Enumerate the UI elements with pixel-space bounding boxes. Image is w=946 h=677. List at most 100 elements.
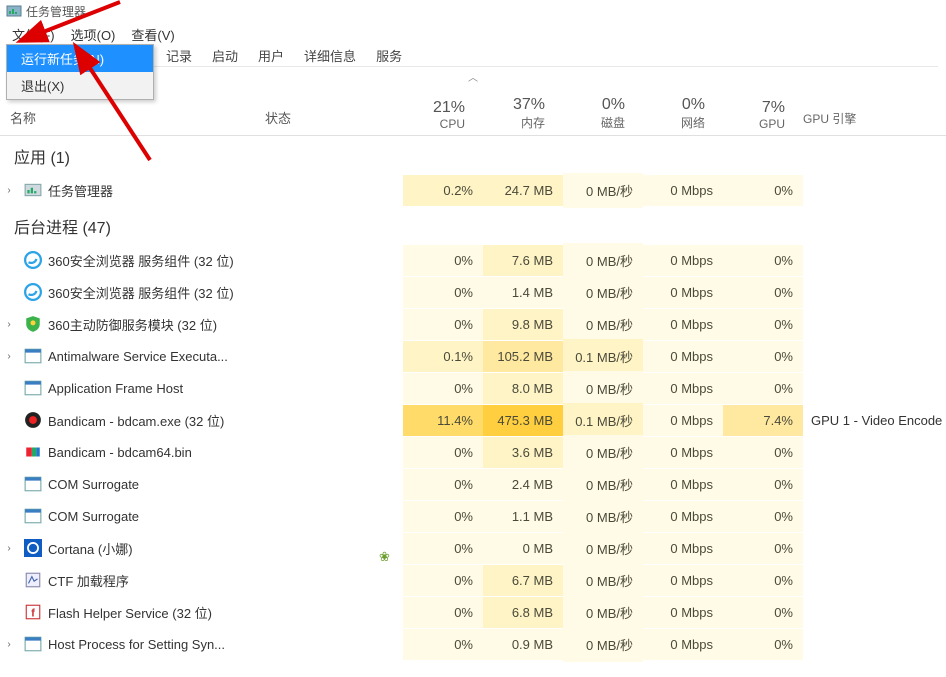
cell-cpu: 11.4%: [403, 405, 483, 436]
cell-disk: 0.1 MB/秒: [563, 403, 643, 438]
cell-mem: 1.1 MB: [483, 501, 563, 532]
cell-net: 0 Mbps: [643, 245, 723, 276]
table-row[interactable]: Bandicam - bdcam64.bin0%3.6 MB0 MB/秒0 Mb…: [0, 436, 946, 468]
header-status[interactable]: 状态: [265, 108, 395, 135]
cell-disk: 0 MB/秒: [563, 563, 643, 598]
cell-mem: 7.6 MB: [483, 245, 563, 276]
table-row[interactable]: CTF 加载程序0%6.7 MB0 MB/秒0 Mbps0%: [0, 564, 946, 596]
tab-history[interactable]: 记录: [156, 44, 202, 67]
cell-cpu: 0%: [403, 277, 483, 308]
cell-net: 0 Mbps: [643, 469, 723, 500]
cell-mem: 0 MB: [483, 533, 563, 564]
header-disk[interactable]: 0% 磁盘: [555, 96, 635, 135]
cell-cpu: 0%: [403, 565, 483, 596]
cell-cpu: 0.1%: [403, 341, 483, 372]
expand-chevron-icon[interactable]: ›: [0, 639, 14, 650]
tab-startup[interactable]: 启动: [202, 44, 248, 67]
winapp-icon: [24, 475, 42, 493]
table-row[interactable]: ›Host Process for Setting Syn...0%0.9 MB…: [0, 628, 946, 660]
expand-chevron-icon[interactable]: ›: [0, 543, 14, 554]
titlebar: 任务管理器: [0, 0, 946, 22]
expand-chevron-icon[interactable]: ›: [0, 351, 14, 362]
winapp-icon: [24, 635, 42, 653]
cell-cpu: 0%: [403, 309, 483, 340]
cell-gpu: 0%: [723, 597, 803, 628]
cell-mem: 6.8 MB: [483, 597, 563, 628]
process-name: Cortana (小娜): [48, 539, 273, 558]
cell-gpu: 7.4%: [723, 405, 803, 436]
cortana-icon: [24, 539, 42, 557]
menu-file[interactable]: 文件(F): [4, 24, 63, 42]
process-name: 360安全浏览器 服务组件 (32 位): [48, 283, 273, 302]
cell-disk: 0 MB/秒: [563, 307, 643, 342]
tab-details[interactable]: 详细信息: [294, 44, 366, 67]
cell-net: 0 Mbps: [643, 175, 723, 206]
cell-net: 0 Mbps: [643, 309, 723, 340]
leaf-icon: ❀: [379, 549, 390, 565]
menu-options[interactable]: 选项(O): [63, 24, 124, 42]
cell-gpu: 0%: [723, 533, 803, 564]
cell-cpu: 0%: [403, 245, 483, 276]
expand-chevron-icon[interactable]: ›: [0, 185, 14, 196]
header-cpu[interactable]: 21% CPU: [395, 99, 475, 135]
cell-gpu-engine: GPU 1 - Video Encode: [803, 413, 946, 428]
process-name: Flash Helper Service (32 位): [48, 603, 273, 622]
table-row[interactable]: 360安全浏览器 服务组件 (32 位)0%7.6 MB0 MB/秒0 Mbps…: [0, 244, 946, 276]
cell-mem: 6.7 MB: [483, 565, 563, 596]
table-row[interactable]: Bandicam - bdcam.exe (32 位)11.4%475.3 MB…: [0, 404, 946, 436]
cell-disk: 0 MB/秒: [563, 275, 643, 310]
group-apps: 应用 (1): [0, 136, 946, 174]
cell-gpu: 0%: [723, 309, 803, 340]
ctf-icon: [24, 571, 42, 589]
table-row[interactable]: ›Antimalware Service Executa...0.1%105.2…: [0, 340, 946, 372]
cell-cpu: 0%: [403, 533, 483, 564]
table-row[interactable]: fFlash Helper Service (32 位)0%6.8 MB0 MB…: [0, 596, 946, 628]
process-name: Antimalware Service Executa...: [48, 349, 273, 364]
cell-disk: 0 MB/秒: [563, 627, 643, 662]
cell-gpu: 0%: [723, 373, 803, 404]
cell-cpu: 0%: [403, 597, 483, 628]
table-row[interactable]: Application Frame Host0%8.0 MB0 MB/秒0 Mb…: [0, 372, 946, 404]
header-network[interactable]: 0% 网络: [635, 96, 715, 135]
header-name[interactable]: 名称: [0, 108, 265, 135]
table-row[interactable]: ›360主动防御服务模块 (32 位)0%9.8 MB0 MB/秒0 Mbps0…: [0, 308, 946, 340]
process-list: 应用 (1)›任务管理器0.2%24.7 MB0 MB/秒0 Mbps0%后台进…: [0, 136, 946, 660]
table-row[interactable]: ›任务管理器0.2%24.7 MB0 MB/秒0 Mbps0%: [0, 174, 946, 206]
e360-icon: [24, 251, 42, 269]
table-row[interactable]: ›Cortana (小娜)❀0%0 MB0 MB/秒0 Mbps0%: [0, 532, 946, 564]
process-name: 任务管理器: [48, 181, 273, 200]
cell-net: 0 Mbps: [643, 501, 723, 532]
table-row[interactable]: 360安全浏览器 服务组件 (32 位) 0%1.4 MB0 MB/秒0 Mbps…: [0, 276, 946, 308]
menu-exit[interactable]: 退出(X): [7, 72, 153, 99]
cell-mem: 1.4 MB: [483, 277, 563, 308]
cell-net: 0 Mbps: [643, 277, 723, 308]
cell-net: 0 Mbps: [643, 629, 723, 660]
table-row[interactable]: COM Surrogate0%2.4 MB0 MB/秒0 Mbps0%: [0, 468, 946, 500]
expand-chevron-icon[interactable]: ›: [0, 319, 14, 330]
cell-mem: 3.6 MB: [483, 437, 563, 468]
cell-cpu: 0%: [403, 501, 483, 532]
cell-disk: 0 MB/秒: [563, 467, 643, 502]
header-gpu-engine[interactable]: GPU 引擎: [795, 110, 946, 135]
cell-cpu: 0%: [403, 373, 483, 404]
table-row[interactable]: COM Surrogate0%1.1 MB0 MB/秒0 Mbps0%: [0, 500, 946, 532]
cell-net: 0 Mbps: [643, 565, 723, 596]
cell-gpu: 0%: [723, 565, 803, 596]
cell-disk: 0 MB/秒: [563, 531, 643, 566]
menu-view[interactable]: 查看(V): [123, 24, 182, 42]
menu-run-new-task[interactable]: 运行新任务(N): [7, 45, 153, 72]
cell-disk: 0 MB/秒: [563, 371, 643, 406]
cell-mem: 475.3 MB: [483, 405, 563, 436]
cell-disk: 0.1 MB/秒: [563, 339, 643, 374]
header-gpu[interactable]: 7% GPU: [715, 99, 795, 135]
cell-net: 0 Mbps: [643, 437, 723, 468]
menubar: 文件(F) 选项(O) 查看(V): [0, 22, 946, 44]
svg-text:f: f: [31, 608, 35, 620]
header-memory[interactable]: 37% 内存: [475, 96, 555, 135]
process-name: Application Frame Host: [48, 381, 273, 396]
winapp-icon: [24, 347, 42, 365]
tab-users[interactable]: 用户: [248, 44, 294, 67]
tab-services[interactable]: 服务: [366, 44, 412, 67]
cell-mem: 24.7 MB: [483, 175, 563, 206]
window-title: 任务管理器: [26, 3, 86, 20]
